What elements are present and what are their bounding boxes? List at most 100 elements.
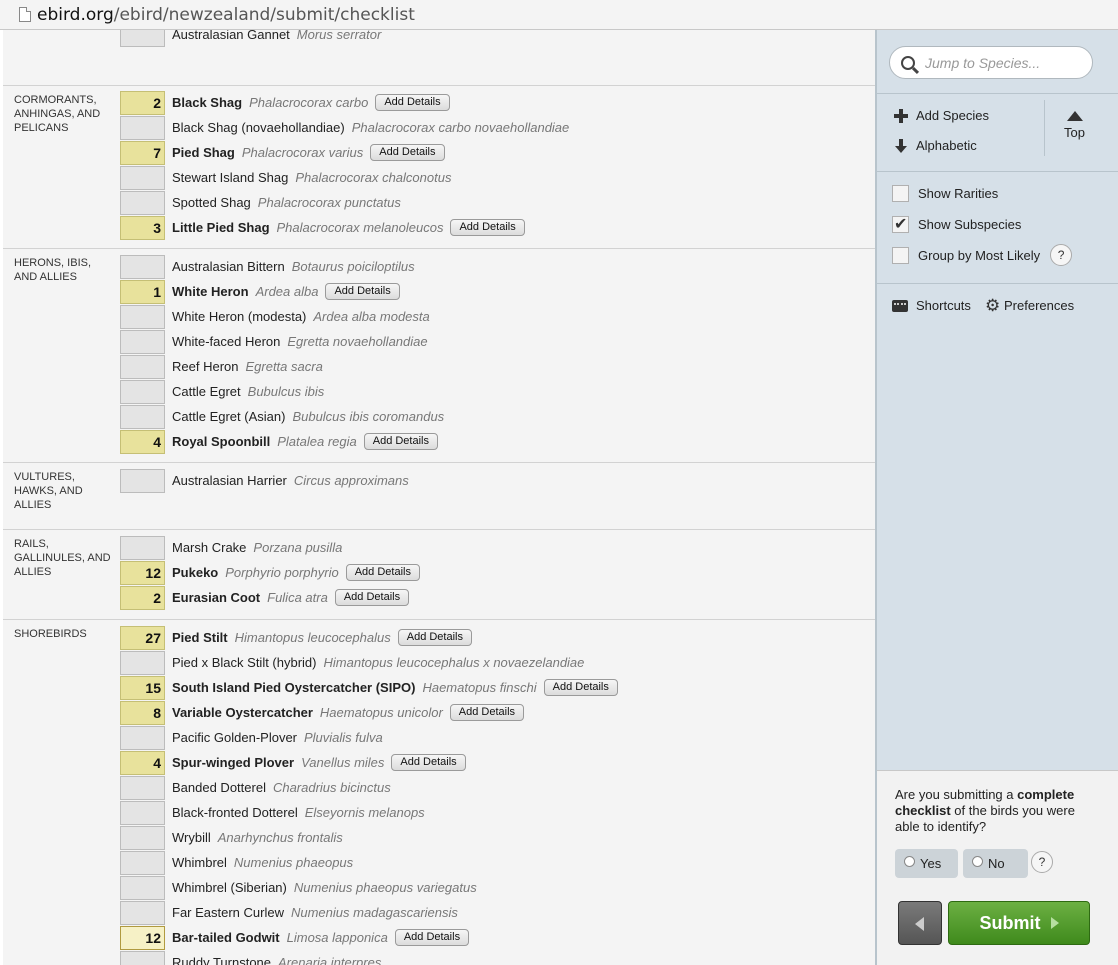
alphabetic-button[interactable]: Alphabetic: [894, 138, 977, 153]
group-label: CORMORANTS, ANHINGAS, AND PELICANS: [14, 94, 101, 134]
complete-yes-option[interactable]: Yes: [895, 849, 958, 878]
search-input[interactable]: [925, 54, 1085, 71]
scientific-name: Vanellus miles: [301, 755, 385, 770]
show-subspecies-checkbox[interactable]: [892, 214, 909, 234]
species-row: Stewart Island Shag Phalacrocorax chalcon…: [120, 165, 451, 190]
count-input[interactable]: 8: [120, 700, 165, 725]
plus-icon: [894, 108, 908, 123]
url-text[interactable]: ebird.org/ebird/newzealand/submit/checkl…: [37, 5, 415, 25]
common-name: Royal Spoonbill: [172, 434, 271, 449]
submit-button[interactable]: Submit: [948, 901, 1090, 945]
add-details-button[interactable]: Add Details: [391, 754, 466, 771]
count-input[interactable]: 27: [120, 625, 165, 650]
count-input[interactable]: [120, 254, 165, 279]
species-row: White Heron (modesta) Ardea alba modesta: [120, 304, 430, 329]
add-details-button[interactable]: Add Details: [375, 94, 450, 111]
count-input[interactable]: [120, 725, 165, 750]
scientific-name: Limosa lapponica: [286, 930, 388, 945]
show-subspecies-toggle[interactable]: Show Subspecies: [892, 214, 1021, 234]
species-row: Marsh Crake Porzana pusilla: [120, 535, 342, 560]
add-details-button[interactable]: Add Details: [334, 589, 410, 606]
complete-help-button[interactable]: ?: [1031, 851, 1053, 873]
count-input[interactable]: 4: [120, 750, 165, 775]
group-label: SHOREBIRDS: [14, 628, 87, 640]
top-button[interactable]: Top: [1044, 100, 1104, 156]
count-input[interactable]: 12: [120, 560, 165, 585]
add-details-button[interactable]: Add Details: [543, 679, 618, 696]
add-details-button[interactable]: Add Details: [370, 144, 445, 161]
no-radio[interactable]: [972, 855, 983, 867]
count-input[interactable]: 4: [120, 429, 165, 454]
count-input[interactable]: [120, 875, 165, 900]
shortcuts-button[interactable]: Shortcuts: [892, 298, 971, 313]
group-label: HERONS, IBIS, AND ALLIES: [14, 257, 92, 283]
species-row: 3 Little Pied Shag Phalacrocorax melanoleu…: [120, 215, 525, 240]
common-name: Spur-winged Plover: [172, 755, 295, 770]
count-input[interactable]: [120, 468, 165, 493]
count-input[interactable]: [120, 379, 165, 404]
yes-radio[interactable]: [904, 855, 915, 867]
count-input[interactable]: [120, 304, 165, 329]
count-input[interactable]: [120, 850, 165, 875]
scientific-name: Phalacrocorax varius: [241, 145, 364, 160]
count-input[interactable]: [120, 650, 165, 675]
count-input[interactable]: 1: [120, 279, 165, 304]
count-input[interactable]: [120, 354, 165, 379]
common-name: Australasian Harrier: [172, 473, 287, 488]
show-rarities-checkbox[interactable]: [892, 185, 909, 202]
scientific-name: Numenius madagascariensis: [290, 905, 458, 920]
add-details-button[interactable]: Add Details: [363, 433, 438, 450]
show-rarities-toggle[interactable]: Show Rarities: [892, 185, 998, 202]
help-button[interactable]: ?: [1050, 244, 1073, 266]
common-name: Wrybill: [172, 830, 211, 845]
group-by-most-likely-toggle[interactable]: Group by Most Likely ?: [892, 244, 1073, 266]
keyboard-icon: [892, 299, 908, 312]
count-input[interactable]: [120, 900, 165, 925]
count-input[interactable]: [120, 800, 165, 825]
count-input[interactable]: [120, 825, 165, 850]
common-name: Bar-tailed Godwit: [172, 930, 280, 945]
count-input[interactable]: [120, 535, 165, 560]
count-input[interactable]: [120, 190, 165, 215]
count-input[interactable]: 2: [120, 585, 165, 610]
add-details-button[interactable]: Add Details: [397, 629, 472, 646]
add-details-button[interactable]: Add Details: [325, 283, 400, 300]
count-input[interactable]: 3: [120, 215, 165, 240]
count-input[interactable]: [120, 30, 165, 47]
address-bar[interactable]: ebird.org/ebird/newzealand/submit/checkl…: [0, 0, 1118, 30]
count-input[interactable]: 15: [120, 675, 165, 700]
top-label: Top: [1064, 125, 1085, 140]
count-input[interactable]: [120, 775, 165, 800]
add-details-button[interactable]: Add Details: [394, 929, 470, 946]
show-rarities-label: Show Rarities: [918, 186, 999, 201]
preferences-button[interactable]: ⚙ Preferences: [985, 297, 1074, 314]
common-name: Pied Shag: [172, 145, 235, 160]
common-name: Banded Dotterel: [172, 780, 266, 795]
add-species-button[interactable]: Add Species: [894, 108, 989, 123]
scientific-name: Numenius phaeopus variegatus: [293, 880, 477, 895]
count-input[interactable]: 7: [120, 140, 165, 165]
count-input[interactable]: [120, 950, 165, 965]
scientific-name: Haematopus finschi: [422, 680, 537, 695]
count-input[interactable]: [120, 329, 165, 354]
scientific-name: Elseyornis melanops: [304, 805, 425, 820]
group-by-most-likely-label: Group by Most Likely: [918, 247, 1041, 263]
species-row: 15 South Island Pied Oystercatcher (SIPO)…: [120, 675, 618, 700]
count-input[interactable]: [120, 115, 165, 140]
scientific-name: Phalacrocorax carbo novaehollandiae: [351, 120, 570, 135]
arrow-right-icon: [1050, 917, 1059, 929]
count-input[interactable]: 12: [120, 925, 165, 950]
common-name: White-faced Heron: [172, 334, 281, 349]
count-input[interactable]: [120, 165, 165, 190]
jump-to-species-search[interactable]: [889, 46, 1093, 79]
complete-no-option[interactable]: No: [963, 849, 1028, 878]
species-row: Pied x Black Stilt (hybrid) Himantopus le…: [120, 650, 584, 675]
back-button[interactable]: [898, 901, 942, 945]
add-details-button[interactable]: Add Details: [345, 564, 420, 581]
add-details-button[interactable]: Add Details: [449, 704, 525, 721]
group-by-most-likely-checkbox[interactable]: [892, 246, 909, 264]
count-input[interactable]: [120, 404, 165, 429]
common-name: Reef Heron: [172, 359, 239, 374]
add-details-button[interactable]: Add Details: [450, 219, 525, 236]
count-input[interactable]: 2: [120, 90, 165, 115]
